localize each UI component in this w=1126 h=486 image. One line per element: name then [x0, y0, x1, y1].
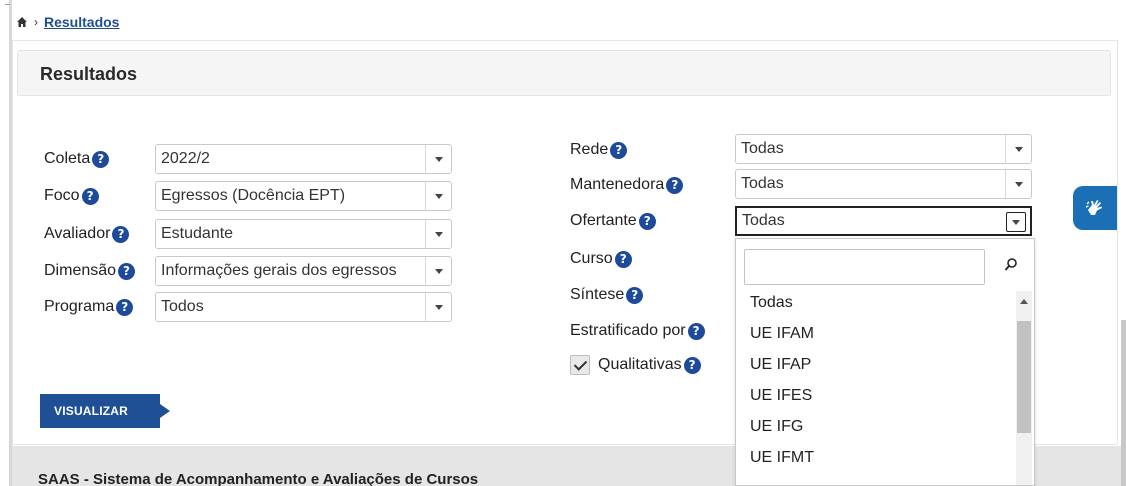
- visualizar-button[interactable]: VISUALIZAR: [40, 394, 170, 428]
- search-icon: [1004, 258, 1017, 271]
- mantenedora-help-icon[interactable]: ?: [666, 176, 684, 194]
- avaliador-label: Avaliador: [44, 225, 111, 242]
- programa-help-icon[interactable]: ?: [116, 298, 134, 316]
- chevron-right-icon: ›: [34, 15, 38, 29]
- dropdown-options-list: Todas UE IFAM UE IFAP UE IFES UE IFG UE …: [736, 287, 1018, 473]
- breadcrumb: › Resultados: [16, 12, 119, 32]
- dimensao-label-row: Dimensão ?: [44, 262, 136, 280]
- dimensao-label: Dimensão: [44, 262, 117, 279]
- avaliador-help-icon[interactable]: ?: [112, 225, 130, 243]
- breadcrumb-resultados-link[interactable]: Resultados: [44, 14, 119, 30]
- foco-help-icon[interactable]: ?: [81, 187, 99, 205]
- curso-label: Curso: [570, 250, 613, 267]
- avaliador-select[interactable]: Estudante: [155, 219, 452, 249]
- estratificado-help-icon[interactable]: ?: [687, 322, 705, 340]
- curso-help-icon[interactable]: ?: [614, 250, 632, 268]
- scrollbar-thumb[interactable]: [1017, 321, 1031, 433]
- estratificado-label-row: Estratificado por ?: [570, 322, 705, 340]
- ofertante-help-icon[interactable]: ?: [638, 212, 656, 230]
- programa-select-value: Todos: [161, 298, 204, 315]
- chevron-down-icon[interactable]: [1005, 135, 1031, 163]
- avaliador-label-row: Avaliador ?: [44, 225, 130, 243]
- foco-label: Foco: [44, 187, 80, 204]
- qualitativas-checkbox[interactable]: [570, 355, 590, 375]
- dimensao-select-value: Informações gerais dos egressos: [161, 262, 397, 279]
- estratificado-label: Estratificado por: [570, 322, 686, 339]
- mantenedora-select[interactable]: Todas: [735, 169, 1032, 199]
- panel-header: [17, 50, 1111, 96]
- footer-text: SAAS - Sistema de Acompanhamento e Avali…: [38, 471, 479, 486]
- foco-label-row: Foco ?: [44, 187, 99, 205]
- page-scrollbar[interactable]: [1121, 320, 1126, 486]
- curso-label-row: Curso ?: [570, 250, 632, 268]
- programa-label: Programa: [44, 298, 115, 315]
- foco-select-value: Egressos (Docência EPT): [161, 187, 346, 204]
- coleta-label: Coleta: [44, 150, 91, 167]
- qualitativas-label: Qualitativas: [598, 356, 682, 373]
- coleta-help-icon[interactable]: ?: [92, 150, 110, 168]
- sintese-help-icon[interactable]: ?: [626, 286, 644, 304]
- chevron-down-icon[interactable]: [425, 293, 451, 321]
- programa-select[interactable]: Todos: [155, 292, 452, 322]
- chevron-down-icon[interactable]: [1005, 170, 1031, 198]
- foco-select[interactable]: Egressos (Docência EPT): [155, 181, 452, 211]
- avaliador-select-value: Estudante: [161, 225, 234, 242]
- ofertante-dropdown: Todas UE IFAM UE IFAP UE IFES UE IFG UE …: [735, 238, 1035, 486]
- dropdown-option[interactable]: UE IFES: [736, 380, 1018, 411]
- ofertante-label: Ofertante: [570, 212, 637, 229]
- dropdown-option[interactable]: UE IFG: [736, 411, 1018, 442]
- dropdown-option[interactable]: UE IFMT: [736, 442, 1018, 473]
- home-icon[interactable]: [16, 16, 28, 28]
- left-border-tick: [5, 4, 10, 5]
- mantenedora-label-row: Mantenedora ?: [570, 176, 684, 194]
- sign-language-icon: [1085, 200, 1102, 215]
- coleta-select[interactable]: 2022/2: [155, 144, 452, 174]
- chevron-down-icon[interactable]: [425, 220, 451, 248]
- dropdown-scrollbar[interactable]: [1016, 291, 1032, 485]
- coleta-label-row: Coleta ?: [44, 150, 110, 168]
- ofertante-label-row: Ofertante ?: [570, 212, 656, 230]
- dropdown-option[interactable]: UE IFAM: [736, 318, 1018, 349]
- qualitativas-row: Qualitativas ?: [570, 355, 701, 375]
- dropdown-search-input[interactable]: [744, 249, 985, 285]
- chevron-down-icon[interactable]: [425, 257, 451, 285]
- rede-label-row: Rede ?: [570, 141, 628, 159]
- sintese-label-row: Síntese ?: [570, 286, 644, 304]
- dropdown-option[interactable]: UE IFAP: [736, 349, 1018, 380]
- ofertante-select-value: Todas: [742, 212, 785, 229]
- accessibility-widget[interactable]: [1073, 186, 1117, 230]
- dropdown-option[interactable]: Todas: [736, 287, 1018, 318]
- sintese-label: Síntese: [570, 286, 625, 303]
- chevron-down-icon[interactable]: [425, 182, 451, 210]
- rede-help-icon[interactable]: ?: [610, 141, 628, 159]
- ofertante-select[interactable]: Todas: [735, 206, 1032, 236]
- mantenedora-label: Mantenedora: [570, 176, 665, 193]
- page-title: Resultados: [40, 64, 138, 84]
- rede-label: Rede: [570, 141, 609, 158]
- chevron-down-icon[interactable]: [425, 145, 451, 173]
- programa-label-row: Programa ?: [44, 298, 134, 316]
- chevron-down-icon[interactable]: [1006, 212, 1026, 232]
- dimensao-select[interactable]: Informações gerais dos egressos: [155, 256, 452, 286]
- coleta-select-value: 2022/2: [161, 150, 210, 167]
- rede-select[interactable]: Todas: [735, 134, 1032, 164]
- dimensao-help-icon[interactable]: ?: [118, 262, 136, 280]
- scroll-up-icon[interactable]: [1020, 299, 1028, 304]
- rede-select-value: Todas: [741, 140, 784, 157]
- qualitativas-help-icon[interactable]: ?: [683, 356, 701, 374]
- mantenedora-select-value: Todas: [741, 175, 784, 192]
